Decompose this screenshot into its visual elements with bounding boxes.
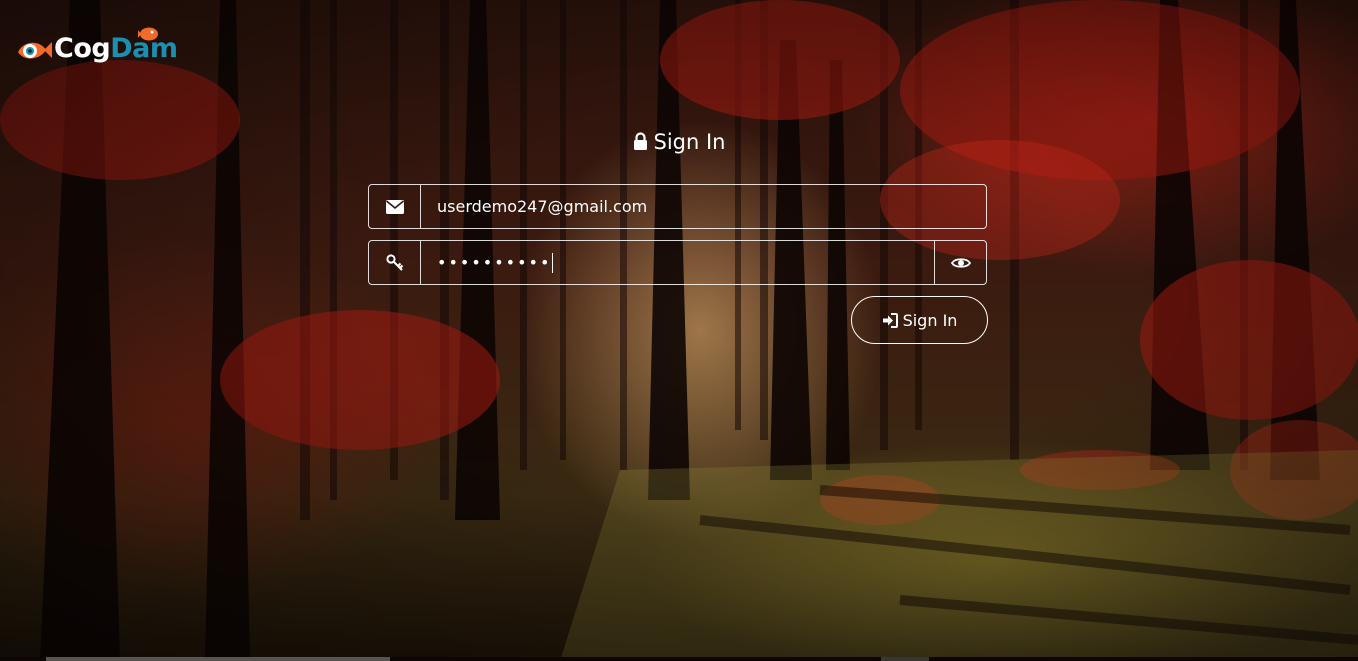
email-addon [369,185,421,228]
text-caret [552,252,554,273]
email-input[interactable] [421,185,986,228]
signin-heading: Sign In [0,130,1358,154]
password-addon [369,241,421,284]
bubble-fish-icon [138,27,158,41]
scrollbar-thumb-secondary[interactable] [881,657,929,661]
sign-in-icon [882,312,898,328]
password-field-group: •••••••••• [368,240,987,285]
login-page: CogDam Sign In userdemo247@gmail.com •••… [0,0,1358,661]
lock-icon [633,132,647,150]
signin-title-text: Sign In [653,130,726,154]
dark-overlay [0,0,1358,661]
scrollbar-thumb[interactable] [46,657,390,661]
eye-icon [950,257,971,268]
envelope-icon [385,199,404,214]
signin-button-label: Sign In [902,310,958,330]
signin-button[interactable]: Sign In [851,296,988,344]
horizontal-scrollbar[interactable] [0,657,1358,661]
key-icon [385,253,403,271]
cogdam-logo[interactable]: CogDam [14,24,178,72]
email-field-group [368,184,987,229]
password-masked-value: •••••••••• [437,253,552,272]
password-input[interactable]: •••••••••• [421,241,934,284]
fish-logo-icon [18,42,52,59]
show-password-button[interactable] [934,241,986,284]
logo-text-cog: Cog [54,32,111,64]
